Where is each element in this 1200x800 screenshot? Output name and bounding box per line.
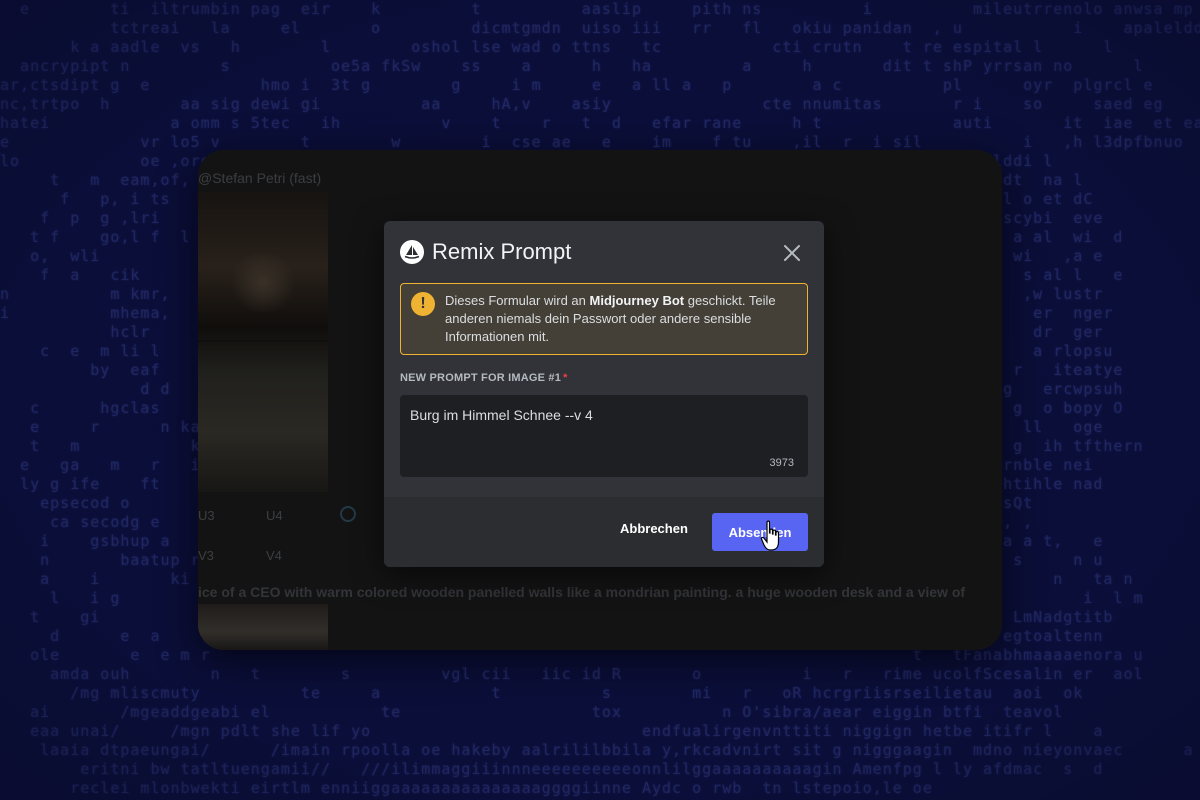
security-warning: ! Dieses Formular wird an Midjourney Bot… <box>400 283 808 355</box>
modal-footer: Abbrechen Absenden <box>384 497 824 567</box>
cancel-button[interactable]: Abbrechen <box>620 521 688 536</box>
remix-prompt-modal: Remix Prompt ! Dieses Formular wird an M… <box>384 221 824 567</box>
warning-text: Dieses Formular wird an Midjourney Bot g… <box>445 293 776 344</box>
modal-header: Remix Prompt <box>400 239 571 265</box>
prompt-field-label: NEW PROMPT FOR IMAGE #1 * <box>400 372 568 384</box>
close-icon[interactable] <box>780 241 804 265</box>
modal-title: Remix Prompt <box>432 239 572 264</box>
midjourney-bot-avatar <box>400 240 424 264</box>
character-counter: 3973 <box>769 457 794 469</box>
required-marker: * <box>563 372 568 384</box>
warning-icon: ! <box>411 292 435 316</box>
hand-pointer-icon <box>760 520 780 551</box>
sailboat-icon <box>404 245 420 259</box>
prompt-input[interactable] <box>400 395 808 477</box>
